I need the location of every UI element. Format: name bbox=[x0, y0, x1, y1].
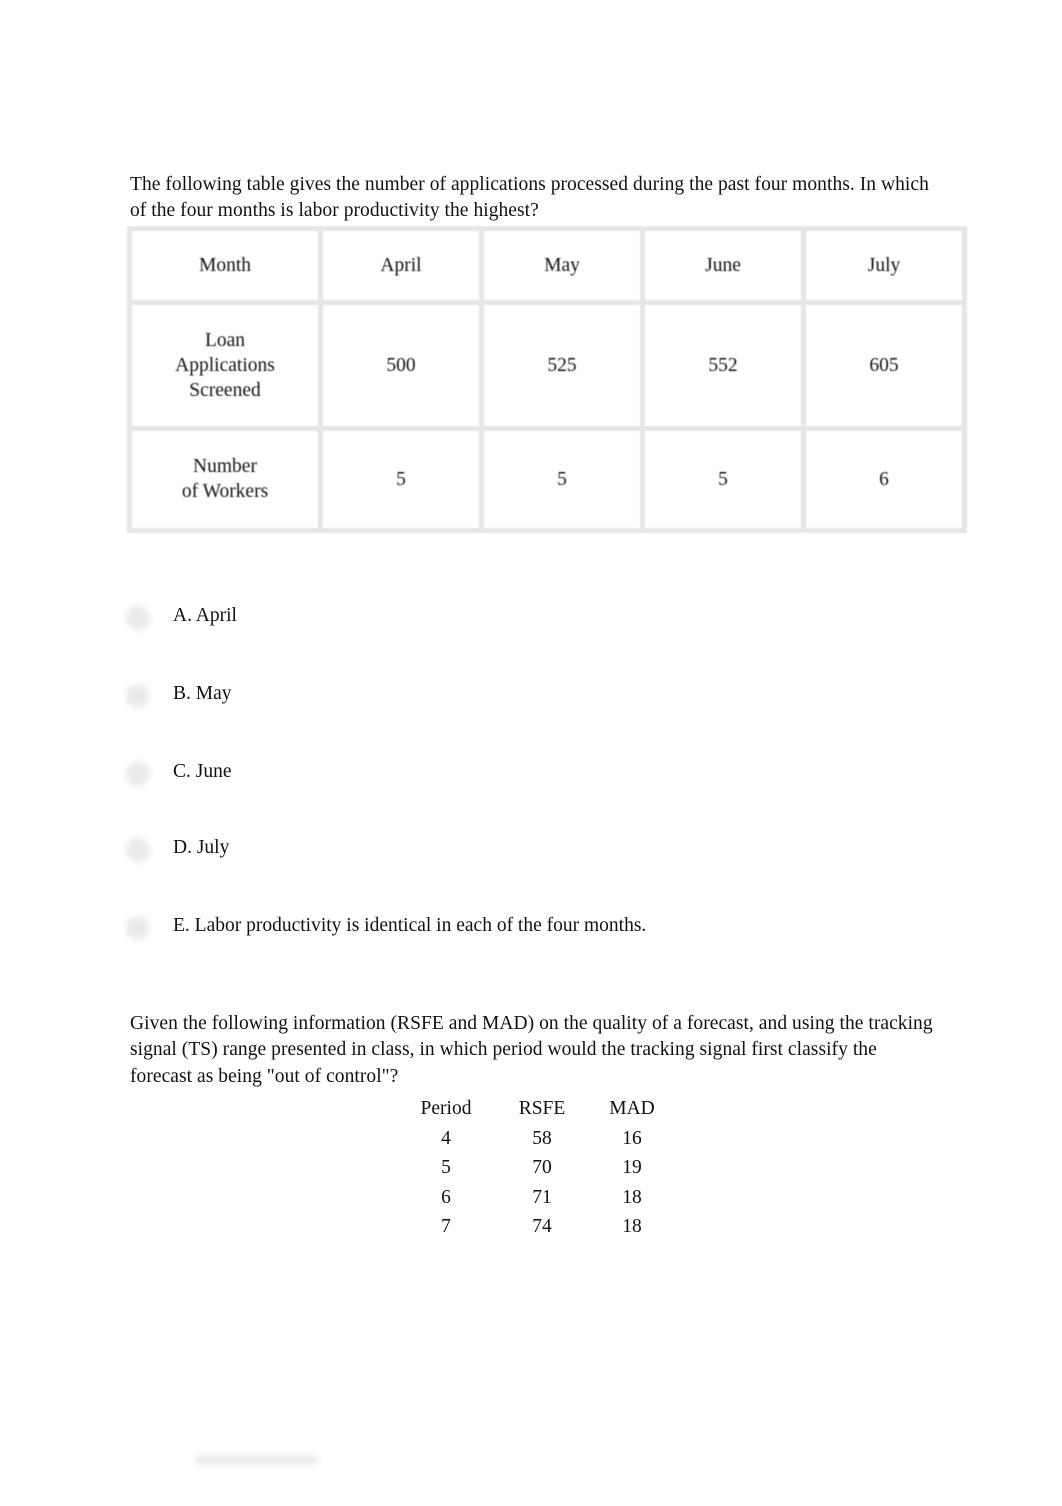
answer-option-a[interactable]: A. April bbox=[126, 602, 926, 636]
radio-button-icon-e[interactable] bbox=[126, 916, 150, 940]
forecast-cell-mad-6: 18 bbox=[622, 1186, 642, 1208]
radio-button-icon-a[interactable] bbox=[126, 606, 150, 630]
forecast-cell-mad-4: 16 bbox=[622, 1127, 642, 1149]
forecast-header-rsfe: RSFE bbox=[518, 1098, 566, 1119]
forecast-cell-mad-7: 18 bbox=[622, 1216, 642, 1237]
forecast-table-row: 6 71 18 bbox=[396, 1183, 676, 1213]
document-page: The following table gives the number of … bbox=[0, 0, 1062, 1506]
table-cell-applications-label: Loan Applications Screened bbox=[127, 300, 323, 431]
answer-option-d[interactable]: D. July bbox=[126, 834, 926, 868]
table-cell-month-july: July bbox=[801, 225, 967, 306]
forecast-cell-period-6: 6 bbox=[441, 1186, 451, 1208]
answer-option-d-label: D. July bbox=[173, 837, 230, 858]
forecast-cell-period-7: 7 bbox=[441, 1216, 451, 1237]
answer-option-c-label: C. June bbox=[173, 761, 232, 782]
answer-option-b-label: B. May bbox=[173, 683, 232, 704]
forecast-table-header-row: Period RSFE MAD bbox=[396, 1094, 676, 1124]
forecast-cell-rsfe-4: 58 bbox=[532, 1127, 552, 1149]
table-cell-workers-label: Number of Workers bbox=[127, 425, 323, 534]
question-1-prompt: The following table gives the number of … bbox=[130, 173, 929, 222]
applications-label-line-1: Loan bbox=[204, 330, 246, 352]
loan-applications-table: Month April May June July Loan Applicati… bbox=[127, 225, 967, 534]
radio-button-icon-d[interactable] bbox=[126, 838, 150, 862]
workers-label-line-1: Number bbox=[193, 456, 257, 478]
answer-option-e[interactable]: E. Labor productivity is identical in ea… bbox=[126, 912, 926, 946]
applications-label-line-3: Screened bbox=[189, 380, 261, 402]
answer-option-a-label: A. April bbox=[173, 605, 237, 626]
forecast-table-row: 4 58 16 bbox=[396, 1124, 676, 1154]
loan-applications-table-container: Month April May June July Loan Applicati… bbox=[124, 222, 967, 538]
radio-button-icon-b[interactable] bbox=[126, 684, 150, 708]
table-cell-workers-july: 6 bbox=[801, 425, 967, 534]
forecast-quality-table: Period RSFE MAD 4 58 16 5 70 19 6 71 18 bbox=[396, 1094, 676, 1242]
table-cell-applications-may: 525 bbox=[479, 300, 645, 431]
table-cell-month-april: April bbox=[318, 225, 484, 306]
forecast-cell-rsfe-6: 71 bbox=[532, 1186, 552, 1208]
question-2-prompt: Given the following information (RSFE an… bbox=[130, 1012, 933, 1087]
table-row-months: Month April May June July bbox=[127, 225, 967, 306]
table-cell-month-june: June bbox=[640, 225, 806, 306]
table-cell-workers-june: 5 bbox=[640, 425, 806, 534]
forecast-cell-mad-5: 19 bbox=[622, 1157, 642, 1178]
applications-label-line-2: Applications bbox=[175, 355, 275, 377]
answer-option-b[interactable]: B. May bbox=[126, 680, 926, 714]
footer-artifact bbox=[196, 1456, 318, 1464]
table-cell-workers-april: 5 bbox=[318, 425, 484, 534]
forecast-header-mad: MAD bbox=[609, 1098, 655, 1119]
table-row-applications: Loan Applications Screened 500 525 552 6… bbox=[127, 300, 967, 431]
table-cell-applications-april: 500 bbox=[318, 300, 484, 431]
table-cell-applications-june: 552 bbox=[640, 300, 806, 431]
forecast-header-period: Period bbox=[420, 1098, 472, 1119]
table-row-workers: Number of Workers 5 5 5 6 bbox=[127, 425, 967, 534]
answer-option-c[interactable]: C. June bbox=[126, 758, 926, 792]
answer-option-e-label: E. Labor productivity is identical in ea… bbox=[173, 915, 647, 936]
forecast-cell-period-5: 5 bbox=[441, 1157, 451, 1178]
forecast-cell-rsfe-7: 74 bbox=[532, 1216, 552, 1237]
forecast-table-row: 5 70 19 bbox=[396, 1153, 676, 1183]
table-cell-workers-may: 5 bbox=[479, 425, 645, 534]
forecast-table-row: 7 74 18 bbox=[396, 1212, 676, 1242]
table-cell-month-header: Month bbox=[127, 225, 323, 306]
forecast-cell-period-4: 4 bbox=[441, 1127, 451, 1149]
radio-button-icon-c[interactable] bbox=[126, 762, 150, 786]
workers-label-line-2: of Workers bbox=[181, 481, 269, 503]
table-cell-applications-july: 605 bbox=[801, 300, 967, 431]
forecast-cell-rsfe-5: 70 bbox=[532, 1157, 552, 1178]
table-cell-month-may: May bbox=[479, 225, 645, 306]
